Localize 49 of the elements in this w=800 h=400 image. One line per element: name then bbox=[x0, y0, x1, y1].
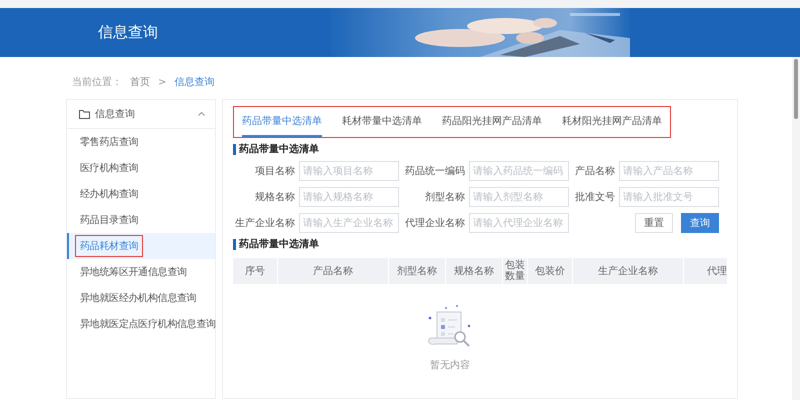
field-label: 剂型名称 bbox=[424, 190, 465, 204]
reset-button[interactable]: 重置 bbox=[635, 213, 673, 233]
field-label: 生产企业名称 bbox=[234, 216, 295, 230]
input-field[interactable]: 请输入产品名称 bbox=[619, 161, 719, 181]
column-header: 产品名称 bbox=[278, 258, 389, 284]
breadcrumb-link[interactable]: 信息查询 bbox=[174, 75, 214, 89]
search-button[interactable]: 查询 bbox=[681, 213, 719, 233]
input-field[interactable]: 请输入批准文号 bbox=[619, 187, 719, 207]
column-header: 序号 bbox=[233, 258, 278, 284]
input-field[interactable]: 请输入生产企业名称 bbox=[299, 213, 399, 233]
input-field[interactable]: 请输入规格名称 bbox=[299, 187, 399, 207]
menu-item[interactable]: 药品耗材查询 bbox=[67, 233, 215, 259]
breadcrumb-link[interactable]: 首页 bbox=[130, 75, 150, 89]
breadcrumb-separator: > bbox=[158, 76, 166, 88]
menu-item[interactable]: 零售药店查询 bbox=[67, 129, 215, 155]
section-title: 药品带量中选清单 bbox=[233, 144, 319, 155]
empty-message: 暂无内容 bbox=[430, 358, 470, 372]
menu-item[interactable]: 经办机构查询 bbox=[67, 181, 215, 207]
input-field[interactable]: 请输入剂型名称 bbox=[469, 187, 569, 207]
field-label: 批准文号 bbox=[574, 190, 615, 204]
column-header: 规格名称 bbox=[446, 258, 503, 284]
tab[interactable]: 药品带量中选清单 bbox=[242, 107, 322, 137]
tab[interactable]: 耗材带量中选清单 bbox=[342, 107, 422, 137]
folder-icon bbox=[79, 110, 90, 118]
column-header: 代理 bbox=[706, 265, 727, 279]
column-header: 生产企业名称 bbox=[573, 258, 684, 284]
column-header: 包装数量 bbox=[503, 258, 528, 284]
breadcrumb-label: 当前位置： bbox=[72, 76, 122, 89]
section-title: 药品带量中选清单 bbox=[233, 239, 319, 250]
input-field[interactable]: 请输入药品统一编码 bbox=[469, 161, 569, 181]
column-header: 剂型名称 bbox=[389, 258, 446, 284]
menu-item[interactable]: 药品目录查询 bbox=[67, 207, 215, 233]
input-field[interactable]: 请输入项目名称 bbox=[299, 161, 399, 181]
menu-group-header[interactable]: 信息查询 bbox=[67, 100, 215, 129]
field-label: 药品统一编码 bbox=[404, 164, 465, 178]
input-field[interactable]: 请输入代理企业名称 bbox=[469, 213, 569, 233]
tab[interactable]: 药品阳光挂网产品清单 bbox=[442, 107, 542, 137]
scrollbar-thumb[interactable] bbox=[794, 59, 798, 119]
field-label: 产品名称 bbox=[574, 164, 615, 178]
field-label: 项目名称 bbox=[254, 165, 295, 178]
menu-item[interactable]: 异地统筹区开通信息查询 bbox=[67, 259, 215, 285]
tab[interactable]: 耗材阳光挂网产品清单 bbox=[562, 107, 662, 137]
field-label: 代理企业名称 bbox=[404, 216, 465, 230]
column-header: 包装价 bbox=[528, 258, 573, 284]
page-title: 信息查询 bbox=[98, 23, 158, 42]
field-label: 规格名称 bbox=[254, 190, 295, 204]
menu-item[interactable]: 医疗机构查询 bbox=[67, 155, 215, 181]
menu-item[interactable]: 异地就医经办机构信息查询 bbox=[67, 285, 215, 311]
menu-item[interactable]: 异地就医定点医疗机构信息查询 bbox=[67, 311, 215, 337]
